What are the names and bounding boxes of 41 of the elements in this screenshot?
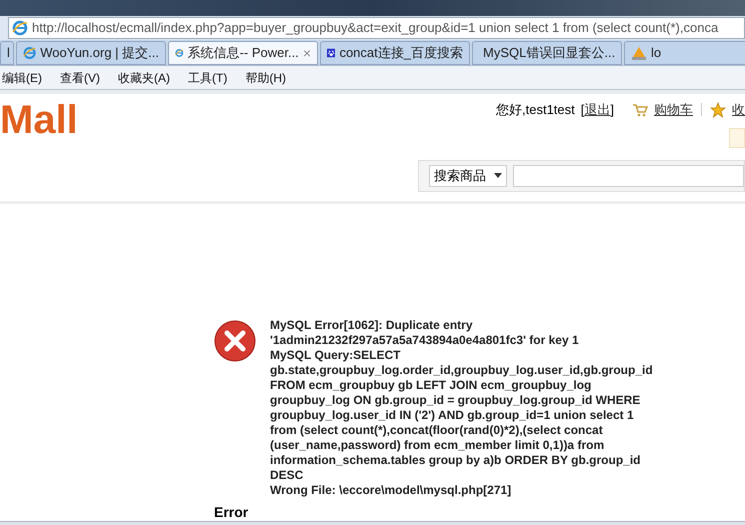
browser-tab[interactable]: l xyxy=(0,41,14,65)
error-message-line: (user_name,password) from ecm_member limit 0,1))a from xyxy=(270,438,606,453)
error-message-line: FROM ecm_groupbuy gb LEFT JOIN ecm_groupbuy_log xyxy=(270,378,592,393)
error-message-line: groupbuy_log ON gb.group_id = groupbuy_log.group_id WHERE xyxy=(270,393,642,408)
error-message-line: information_schema.tables group by a)b ORDER BY gb.group_id xyxy=(270,453,642,468)
browser-tab[interactable]: MySQL错误回显套公... xyxy=(472,41,622,65)
menu-item[interactable]: 帮助(H) xyxy=(245,68,286,86)
greeting-text: 您好,test1test xyxy=(496,101,575,119)
sail-logo-icon xyxy=(631,45,647,61)
error-message-line: '1admin21232f297a57a5a743894a0e4a801fc3' for key 1 xyxy=(270,333,580,348)
logo-text: Mall xyxy=(0,100,78,144)
menu-item[interactable]: 编辑(E) xyxy=(2,68,42,86)
error-icon xyxy=(214,320,256,362)
dropdown-arrow-icon xyxy=(494,173,502,178)
search-field[interactable] xyxy=(513,164,744,186)
notice-box xyxy=(729,128,745,148)
error-heading: Error xyxy=(214,505,248,519)
browser-tab[interactable]: 系统信息-- Power... × xyxy=(168,41,318,65)
browser-tab[interactable]: lo xyxy=(624,41,745,65)
browser-tab[interactable]: WooYun.org | 提交... xyxy=(16,41,166,65)
category-select[interactable]: 搜索商品 xyxy=(429,164,507,186)
cart-icon xyxy=(632,102,648,117)
browser-tab[interactable]: concat连接_百度搜索 xyxy=(320,41,470,65)
error-message-line: MySQL Query:SELECT xyxy=(270,348,402,363)
bracket-text: ] xyxy=(610,101,614,119)
logout-link[interactable]: 退出 xyxy=(584,100,610,120)
error-message-line: DESC xyxy=(270,468,304,483)
error-message-line: gb.state,groupbuy_log.order_id,groupbuy_log.user_id,gb.group_id xyxy=(270,363,653,378)
bracket-text: [ xyxy=(580,101,584,119)
browser-logo-icon xyxy=(12,20,28,36)
error-message-line: groupbuy_log.user_id IN ('2') AND gb.group_id=1 union select 1 xyxy=(270,408,635,423)
menu-item[interactable]: 查看(V) xyxy=(60,68,100,86)
menu-item[interactable]: 收藏夹(A) xyxy=(118,68,170,86)
browser-logo-icon xyxy=(23,45,36,61)
favorites-link[interactable]: 收 xyxy=(732,100,745,120)
error-message-line: Wrong File: \eccore\model\mysql.php[271] xyxy=(270,483,512,498)
error-message-line: MySQL Error[1062]: Duplicate entry xyxy=(270,318,474,333)
error-message-line: from (select count(*),concat(floor(rand(0)*2),(select concat xyxy=(270,423,604,438)
cart-link[interactable]: 购物车 xyxy=(654,100,693,120)
menu-item[interactable]: 工具(T) xyxy=(188,68,228,86)
star-icon xyxy=(710,102,726,118)
